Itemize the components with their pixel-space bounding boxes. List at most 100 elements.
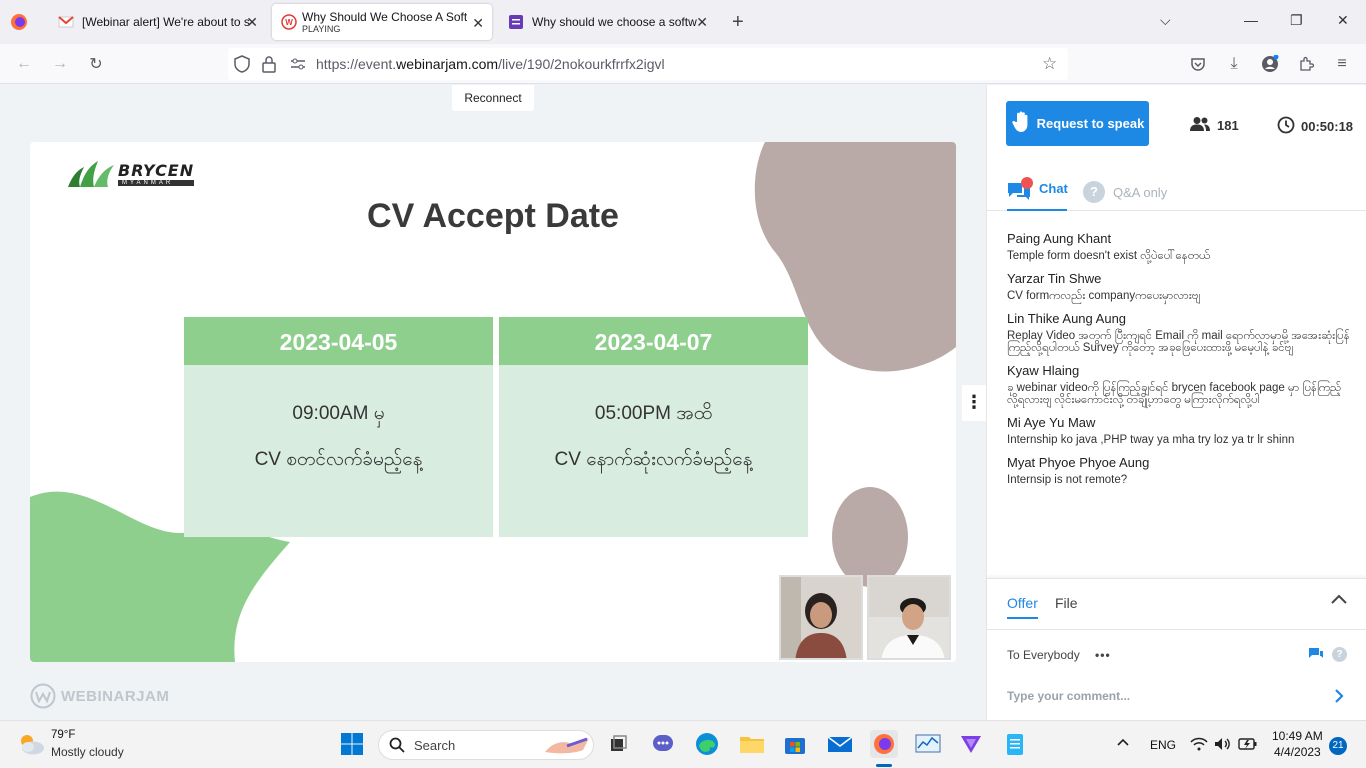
webinarjam-tab-icon: W: [281, 14, 297, 30]
search-label: Search: [414, 738, 456, 753]
list-tabs-icon[interactable]: ⌵: [1160, 12, 1171, 29]
tab-file[interactable]: File: [1055, 595, 1078, 611]
store-icon[interactable]: [783, 732, 807, 756]
vpn-app-icon[interactable]: [959, 732, 983, 756]
weather-temperature[interactable]: 79°F: [51, 729, 75, 741]
file-explorer-icon[interactable]: [739, 732, 764, 756]
webinarjam-logo-icon: [30, 683, 56, 709]
recipient-label: To Everybody: [1007, 648, 1080, 662]
maximize-icon[interactable]: ❐: [1290, 12, 1303, 29]
collapse-chevron-icon[interactable]: [1330, 593, 1348, 608]
chat-panel: Request to speak 181 00:50:18 Chat ? Q&A…: [986, 85, 1366, 720]
shield-icon[interactable]: [234, 55, 250, 76]
more-options-icon[interactable]: ⋮: [962, 385, 986, 421]
clock-icon: [1277, 116, 1295, 137]
battery-icon[interactable]: [1238, 736, 1258, 755]
windows-start-icon[interactable]: [340, 732, 364, 756]
hamburger-menu-icon[interactable]: ≡: [1332, 54, 1352, 74]
chat-messages: Paing Aung Khant Temple form doesn't exi…: [1007, 231, 1352, 495]
request-to-speak-label: Request to speak: [1036, 116, 1145, 131]
svg-text:W: W: [285, 18, 293, 27]
edge-icon[interactable]: [695, 732, 719, 756]
close-icon[interactable]: ✕: [246, 14, 258, 31]
close-icon[interactable]: ✕: [696, 14, 708, 31]
tab-why-should-active[interactable]: W Why Should We Choose A Softw PLAYING ✕: [272, 4, 492, 40]
lock-icon[interactable]: [262, 55, 276, 76]
question-icon: ?: [1083, 181, 1105, 203]
reconnect-button[interactable]: Reconnect: [452, 85, 534, 111]
bookmark-star-icon[interactable]: ☆: [1042, 54, 1057, 74]
date-box-time: 05:00PM အထိ: [594, 403, 713, 424]
browser-tab-bar: [Webinar alert] We're about to s ✕ W Why…: [0, 0, 1366, 44]
chat-message-text: Internship ko java ,PHP tway ya mha try …: [1007, 434, 1295, 446]
presenter-video-1[interactable]: [779, 575, 863, 660]
date-box-description: CV စတင်လက်ခံမည့်နေ့: [254, 449, 423, 470]
url-path: /live/190/2nokourkfrrfx2igvl: [498, 56, 665, 72]
chat-message-author: Myat Phyoe Phyoe Aung: [1007, 455, 1150, 470]
download-icon[interactable]: ⤓: [1224, 54, 1244, 74]
back-icon[interactable]: ←: [14, 54, 34, 74]
notification-badge[interactable]: 21: [1329, 737, 1347, 755]
tab-offer[interactable]: Offer: [1007, 595, 1038, 619]
system-tray-chevron-icon[interactable]: [1116, 735, 1130, 752]
tab-chat[interactable]: Chat: [1007, 175, 1068, 211]
question-mode-icon[interactable]: ?: [1332, 647, 1347, 662]
extensions-icon[interactable]: [1296, 54, 1316, 74]
request-to-speak-button[interactable]: Request to speak: [1006, 101, 1149, 146]
recipient-selector[interactable]: To Everybody •••: [1007, 648, 1111, 662]
tab-qa-only[interactable]: ? Q&A only: [1083, 181, 1167, 203]
language-indicator[interactable]: ENG: [1150, 738, 1176, 752]
url-text[interactable]: https://event.webinarjam.com/live/190/2n…: [316, 56, 665, 72]
attendee-count[interactable]: 181: [1189, 116, 1239, 135]
mail-icon[interactable]: [827, 732, 853, 756]
chat-app-icon[interactable]: [651, 732, 675, 756]
close-icon[interactable]: ✕: [472, 15, 484, 32]
weather-icon[interactable]: [16, 731, 46, 760]
clock-date[interactable]: 4/4/2023: [1274, 745, 1321, 759]
url-bar[interactable]: https://event.webinarjam.com/live/190/2n…: [228, 48, 1068, 80]
task-view-icon[interactable]: [606, 732, 630, 756]
attendee-count-value: 181: [1217, 118, 1239, 133]
date-box-end: 2023-04-07 05:00PM အထိ CV နောက်ဆုံးလက်ခံ…: [499, 317, 808, 537]
minimize-icon[interactable]: —: [1244, 12, 1258, 28]
slide-title: CV Accept Date: [367, 197, 619, 235]
volume-icon[interactable]: [1214, 737, 1232, 754]
wifi-icon[interactable]: [1190, 737, 1208, 754]
more-dots-icon[interactable]: •••: [1095, 648, 1111, 662]
search-highlight-icon: [543, 736, 591, 759]
tab-webinar-alert[interactable]: [Webinar alert] We're about to s ✕: [48, 4, 266, 40]
chat-mode-icon[interactable]: [1308, 647, 1324, 664]
send-chevron-icon[interactable]: [1334, 688, 1344, 707]
tab-title: [Webinar alert] We're about to s: [82, 15, 250, 29]
url-prefix: https://event.: [316, 56, 397, 72]
comment-input[interactable]: Type your comment...: [1007, 689, 1130, 703]
tab-title: Why should we choose a softw: [532, 15, 697, 29]
chat-message-author: Lin Thike Aung Aung: [1007, 311, 1127, 326]
notepad-icon[interactable]: [1003, 732, 1027, 756]
brycen-logo: BRYCEN MYANMAR: [66, 157, 195, 189]
tab-why-should-2[interactable]: Why should we choose a softw ✕: [498, 4, 716, 40]
chat-icon: [1007, 177, 1033, 204]
pocket-icon[interactable]: [1188, 54, 1208, 74]
chat-message-author: Mi Aye Yu Maw: [1007, 415, 1096, 430]
date-box-date: 2023-04-07: [499, 317, 808, 365]
forward-icon[interactable]: →: [50, 54, 70, 74]
resource-monitor-icon[interactable]: [915, 732, 941, 756]
clock-time[interactable]: 10:49 AM: [1272, 729, 1323, 743]
taskbar-search[interactable]: Search: [378, 730, 594, 760]
weather-description[interactable]: Mostly cloudy: [51, 745, 124, 759]
account-icon[interactable]: [1260, 54, 1280, 74]
reload-icon[interactable]: ↻: [86, 54, 106, 74]
chat-message: Paing Aung Khant Temple form doesn't exi…: [1007, 231, 1352, 262]
brycen-logo-text: BRYCEN: [118, 160, 195, 180]
new-tab-icon[interactable]: +: [732, 11, 744, 34]
webinarjam-watermark-text: WEBINARJAM: [61, 687, 170, 705]
firefox-menu-icon[interactable]: [10, 13, 28, 31]
permissions-icon[interactable]: [290, 56, 306, 75]
presenter-video-2[interactable]: [867, 575, 951, 660]
webinar-stage: Reconnect BRYCEN MYANMAR CV Accept Date …: [0, 85, 986, 720]
chat-message-text: Replay Video အတွက် ပြီးကျရင် Email ကို m…: [1007, 330, 1350, 354]
tab-title: Why Should We Choose A Softw: [302, 10, 467, 24]
firefox-taskbar-icon[interactable]: [870, 730, 898, 758]
window-close-icon[interactable]: ✕: [1337, 12, 1349, 29]
